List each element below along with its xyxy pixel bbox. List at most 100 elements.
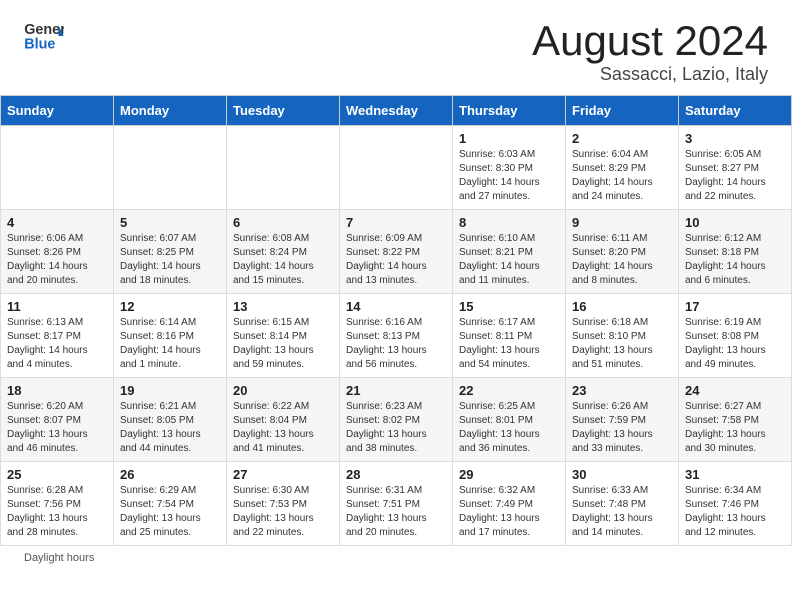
day-number: 11 [7,299,107,314]
calendar-cell: 15 Sunrise: 6:17 AM Sunset: 8:11 PM Dayli… [453,294,566,378]
calendar-cell: 4 Sunrise: 6:06 AM Sunset: 8:26 PM Daylig… [1,210,114,294]
day-number: 1 [459,131,559,146]
day-number: 17 [685,299,785,314]
day-number: 27 [233,467,333,482]
calendar-cell: 9 Sunrise: 6:11 AM Sunset: 8:20 PM Daylig… [566,210,679,294]
day-info: Sunrise: 6:30 AM Sunset: 7:53 PM Dayligh… [233,484,333,540]
day-number: 14 [346,299,446,314]
day-number: 4 [7,215,107,230]
day-number: 13 [233,299,333,314]
calendar-cell [114,126,227,210]
logo-icon: General Blue [24,18,64,54]
day-info: Sunrise: 6:33 AM Sunset: 7:48 PM Dayligh… [572,484,672,540]
calendar-week-row: 11 Sunrise: 6:13 AM Sunset: 8:17 PM Dayli… [1,294,792,378]
calendar-cell: 5Sunrise: 6:07 AM Sunset: 8:25 PM Daylig… [114,210,227,294]
day-number: 29 [459,467,559,482]
calendar-cell: 30 Sunrise: 6:33 AM Sunset: 7:48 PM Dayli… [566,462,679,546]
calendar-cell: 27 Sunrise: 6:30 AM Sunset: 7:53 PM Dayli… [227,462,340,546]
calendar-header: SundayMondayTuesdayWednesdayThursdayFrid… [1,96,792,126]
weekday-header-row: SundayMondayTuesdayWednesdayThursdayFrid… [1,96,792,126]
day-number: 24 [685,383,785,398]
calendar-week-row: 18Sunrise: 6:20 AM Sunset: 8:07 PM Dayli… [1,378,792,462]
day-number: 20 [233,383,333,398]
day-info: Sunrise: 6:22 AM Sunset: 8:04 PM Dayligh… [233,400,333,456]
day-info: Sunrise: 6:12 AM Sunset: 8:18 PM Dayligh… [685,232,785,288]
calendar-cell [340,126,453,210]
svg-text:Blue: Blue [24,37,55,53]
day-info: Sunrise: 6:21 AM Sunset: 8:05 PM Dayligh… [120,400,220,456]
calendar-cell: 23 Sunrise: 6:26 AM Sunset: 7:59 PM Dayli… [566,378,679,462]
calendar-cell: 10Sunrise: 6:12 AM Sunset: 8:18 PM Dayli… [679,210,792,294]
day-info: Sunrise: 6:32 AM Sunset: 7:49 PM Dayligh… [459,484,559,540]
calendar-cell: 19 Sunrise: 6:21 AM Sunset: 8:05 PM Dayli… [114,378,227,462]
day-number: 19 [120,383,220,398]
calendar-cell: 13 Sunrise: 6:15 AM Sunset: 8:14 PM Dayli… [227,294,340,378]
day-info: Sunrise: 6:25 AM Sunset: 8:01 PM Dayligh… [459,400,559,456]
day-number: 3 [685,131,785,146]
day-info: Sunrise: 6:11 AM Sunset: 8:20 PM Dayligh… [572,232,672,288]
title-block: August 2024 Sassacci, Lazio, Italy [532,18,768,85]
calendar-cell: 2 Sunrise: 6:04 AM Sunset: 8:29 PM Daylig… [566,126,679,210]
day-number: 5 [120,215,220,230]
day-info: Sunrise: 6:27 AM Sunset: 7:58 PM Dayligh… [685,400,785,456]
calendar-cell: 26Sunrise: 6:29 AM Sunset: 7:54 PM Dayli… [114,462,227,546]
day-number: 12 [120,299,220,314]
day-info: Sunrise: 6:09 AM Sunset: 8:22 PM Dayligh… [346,232,446,288]
weekday-header-thursday: Thursday [453,96,566,126]
calendar-cell: 6Sunrise: 6:08 AM Sunset: 8:24 PM Daylig… [227,210,340,294]
calendar-cell: 17Sunrise: 6:19 AM Sunset: 8:08 PM Dayli… [679,294,792,378]
calendar-cell: 25 Sunrise: 6:28 AM Sunset: 7:56 PM Dayli… [1,462,114,546]
calendar-cell: 21Sunrise: 6:23 AM Sunset: 8:02 PM Dayli… [340,378,453,462]
day-number: 25 [7,467,107,482]
calendar-cell: 28 Sunrise: 6:31 AM Sunset: 7:51 PM Dayli… [340,462,453,546]
day-number: 7 [346,215,446,230]
day-number: 16 [572,299,672,314]
calendar-cell: 20 Sunrise: 6:22 AM Sunset: 8:04 PM Dayli… [227,378,340,462]
weekday-header-saturday: Saturday [679,96,792,126]
footer: Daylight hours [0,546,792,570]
weekday-header-wednesday: Wednesday [340,96,453,126]
day-number: 22 [459,383,559,398]
day-number: 23 [572,383,672,398]
calendar-cell [227,126,340,210]
day-info: Sunrise: 6:13 AM Sunset: 8:17 PM Dayligh… [7,316,107,372]
calendar-cell: 11 Sunrise: 6:13 AM Sunset: 8:17 PM Dayli… [1,294,114,378]
day-number: 9 [572,215,672,230]
day-info: Sunrise: 6:28 AM Sunset: 7:56 PM Dayligh… [7,484,107,540]
page-subtitle: Sassacci, Lazio, Italy [532,64,768,85]
day-info: Sunrise: 6:14 AM Sunset: 8:16 PM Dayligh… [120,316,220,372]
calendar-cell: 29 Sunrise: 6:32 AM Sunset: 7:49 PM Dayli… [453,462,566,546]
day-number: 26 [120,467,220,482]
day-info: Sunrise: 6:31 AM Sunset: 7:51 PM Dayligh… [346,484,446,540]
calendar-cell: 14Sunrise: 6:16 AM Sunset: 8:13 PM Dayli… [340,294,453,378]
calendar-body: 1 Sunrise: 6:03 AM Sunset: 8:30 PM Daylig… [1,126,792,546]
calendar-week-row: 25 Sunrise: 6:28 AM Sunset: 7:56 PM Dayli… [1,462,792,546]
calendar-cell: 7 Sunrise: 6:09 AM Sunset: 8:22 PM Daylig… [340,210,453,294]
calendar-cell: 24 Sunrise: 6:27 AM Sunset: 7:58 PM Dayli… [679,378,792,462]
day-number: 30 [572,467,672,482]
calendar-cell: 8Sunrise: 6:10 AM Sunset: 8:21 PM Daylig… [453,210,566,294]
day-info: Sunrise: 6:08 AM Sunset: 8:24 PM Dayligh… [233,232,333,288]
day-number: 15 [459,299,559,314]
header: General Blue August 2024 Sassacci, Lazio… [0,0,792,95]
day-info: Sunrise: 6:20 AM Sunset: 8:07 PM Dayligh… [7,400,107,456]
weekday-header-tuesday: Tuesday [227,96,340,126]
calendar-cell: 22 Sunrise: 6:25 AM Sunset: 8:01 PM Dayli… [453,378,566,462]
day-info: Sunrise: 6:10 AM Sunset: 8:21 PM Dayligh… [459,232,559,288]
day-number: 28 [346,467,446,482]
day-info: Sunrise: 6:03 AM Sunset: 8:30 PM Dayligh… [459,148,559,204]
day-info: Sunrise: 6:15 AM Sunset: 8:14 PM Dayligh… [233,316,333,372]
daylight-label: Daylight hours [24,552,94,564]
day-number: 2 [572,131,672,146]
calendar-week-row: 1 Sunrise: 6:03 AM Sunset: 8:30 PM Daylig… [1,126,792,210]
calendar-week-row: 4 Sunrise: 6:06 AM Sunset: 8:26 PM Daylig… [1,210,792,294]
day-info: Sunrise: 6:04 AM Sunset: 8:29 PM Dayligh… [572,148,672,204]
calendar-cell [1,126,114,210]
calendar-cell: 1 Sunrise: 6:03 AM Sunset: 8:30 PM Daylig… [453,126,566,210]
page-title: August 2024 [532,18,768,64]
day-info: Sunrise: 6:26 AM Sunset: 7:59 PM Dayligh… [572,400,672,456]
calendar-cell: 3Sunrise: 6:05 AM Sunset: 8:27 PM Daylig… [679,126,792,210]
calendar-cell: 12 Sunrise: 6:14 AM Sunset: 8:16 PM Dayli… [114,294,227,378]
day-info: Sunrise: 6:17 AM Sunset: 8:11 PM Dayligh… [459,316,559,372]
day-info: Sunrise: 6:06 AM Sunset: 8:26 PM Dayligh… [7,232,107,288]
